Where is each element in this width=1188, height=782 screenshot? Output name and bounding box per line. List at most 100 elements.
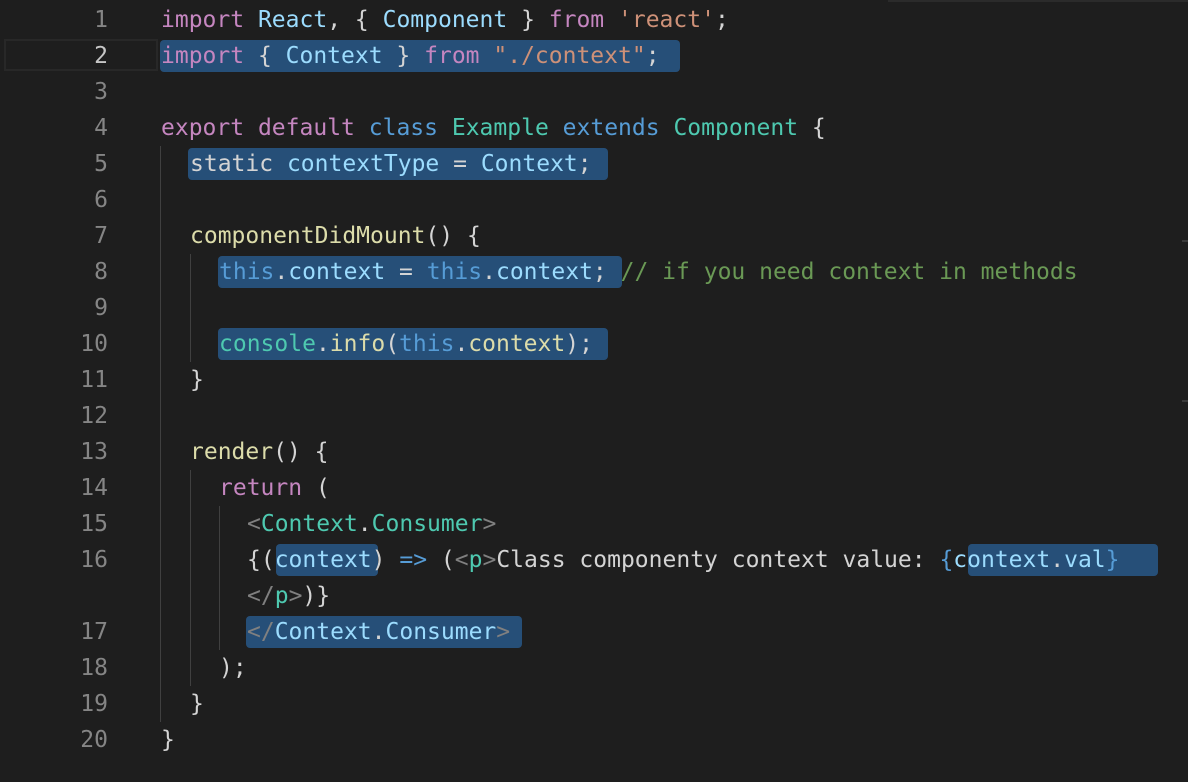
string-token: 'react'	[618, 7, 715, 33]
this-token: this	[399, 331, 455, 357]
code-line-2[interactable]: import { Context } from "./context";	[161, 38, 660, 74]
code-token: (	[427, 547, 455, 573]
code-line-19[interactable]: }	[190, 686, 204, 722]
this-token: this	[426, 259, 483, 285]
keyword-token: import	[161, 43, 245, 69]
tag-name-token: p	[274, 583, 289, 609]
code-line-10[interactable]: console.info(this.context);	[219, 326, 593, 362]
brace-token: {	[939, 547, 954, 573]
line-number: 17	[80, 619, 108, 645]
code-line-4[interactable]: export default class Example extends Com…	[161, 110, 826, 146]
line-number: 7	[94, 223, 108, 249]
code-line-20[interactable]: }	[161, 722, 175, 758]
keyword-token: from	[424, 43, 480, 69]
arrow-token: =>	[399, 547, 428, 573]
code-line-11[interactable]: }	[190, 362, 204, 398]
code-token: );	[219, 655, 247, 681]
tag-punctuation: >	[482, 547, 497, 573]
identifier-token: context	[468, 331, 566, 357]
tag-punctuation: <	[454, 547, 469, 573]
identifier-token: context	[274, 547, 372, 573]
code-line-17[interactable]: </Context.Consumer>	[247, 614, 510, 650]
jsx-text-token: Class componenty context value:	[496, 547, 940, 573]
code-token: {	[798, 115, 826, 141]
indent-guide	[219, 506, 220, 650]
tag-name-token: Consumer	[385, 619, 497, 645]
line-number: 9	[94, 295, 108, 321]
line-number: 20	[80, 727, 108, 753]
line-number: 13	[80, 439, 108, 465]
code-line-13[interactable]: render() {	[190, 434, 328, 470]
code-token: );	[565, 331, 593, 357]
editor-top-border	[888, 0, 1188, 2]
identifier-token: context	[288, 259, 386, 285]
tag-punctuation: <	[247, 511, 261, 537]
line-number: 19	[80, 691, 108, 717]
code-token: .	[371, 619, 386, 645]
brace-token: }	[1105, 547, 1120, 573]
code-line-1[interactable]: import React, { Component } from 'react'…	[161, 2, 729, 38]
identifier-token: contextType	[286, 151, 440, 177]
keyword-token: return	[219, 475, 303, 501]
code-line-8[interactable]: this.context = this.context; // if you n…	[219, 254, 1078, 290]
tag-punctuation: >	[496, 619, 511, 645]
function-token: render	[190, 439, 274, 465]
type-token: Example	[451, 115, 549, 141]
code-token: ;	[714, 7, 729, 33]
code-token: }	[190, 691, 204, 717]
code-token: {(	[247, 547, 275, 573]
code-editor[interactable]: 1 2 3 4 5 6 7 8 9 10 11 12 13 14 15 16 1…	[0, 0, 1188, 782]
line-number: 4	[94, 115, 108, 141]
line-number: 11	[80, 367, 108, 393]
code-token: .	[315, 331, 330, 357]
keyword-token: default	[257, 115, 355, 141]
scrollbar-marker	[1182, 240, 1188, 242]
code-token: }	[161, 727, 175, 753]
current-line-highlight	[4, 39, 158, 71]
tag-punctuation: >	[288, 583, 303, 609]
scrollbar-marker	[1182, 400, 1188, 402]
tag-name-token: Context	[274, 619, 372, 645]
code-line-16-wrap[interactable]: </p>)}	[247, 578, 330, 614]
string-token: "./context"	[493, 43, 646, 69]
tag-name-token: Context	[260, 511, 358, 537]
identifier-token: context	[953, 547, 1051, 573]
line-number: 14	[80, 475, 108, 501]
keyword-token: static	[190, 151, 274, 177]
identifier-token: Context	[285, 43, 383, 69]
line-number: 5	[94, 151, 108, 177]
code-line-15[interactable]: <Context.Consumer>	[247, 506, 496, 542]
identifier-token: console	[219, 331, 316, 357]
code-line-16[interactable]: {(context) => (<p>Class componenty conte…	[247, 542, 1120, 578]
line-number: 15	[80, 511, 108, 537]
keyword-token: class	[368, 115, 438, 141]
line-number-gutter: 1 2 3 4 5 6 7 8 9 10 11 12 13 14 15 16 1…	[0, 0, 158, 782]
code-line-14[interactable]: return (	[219, 470, 330, 506]
type-token: Component	[673, 115, 799, 141]
code-line-18[interactable]: );	[219, 650, 247, 686]
line-number: 10	[80, 331, 108, 357]
comment-token: // if you need context in methods	[620, 259, 1078, 285]
line-number-active: 2	[94, 43, 108, 69]
function-token: info	[329, 331, 386, 357]
code-token: () {	[425, 223, 481, 249]
code-token: .	[274, 259, 289, 285]
line-number: 16	[80, 547, 108, 573]
indent-guide	[190, 254, 191, 362]
code-token: .	[357, 511, 372, 537]
line-number: 18	[80, 655, 108, 681]
code-line-5[interactable]: static contextType = Context;	[190, 146, 592, 182]
this-token: this	[219, 259, 275, 285]
identifier-token: React	[257, 7, 328, 33]
code-token: )	[371, 547, 400, 573]
code-token: () {	[273, 439, 329, 465]
identifier-token: context	[495, 259, 593, 285]
code-token: }	[507, 7, 549, 33]
indent-guide	[160, 146, 161, 722]
code-line-7[interactable]: componentDidMount() {	[190, 218, 481, 254]
code-token: =	[439, 151, 481, 177]
